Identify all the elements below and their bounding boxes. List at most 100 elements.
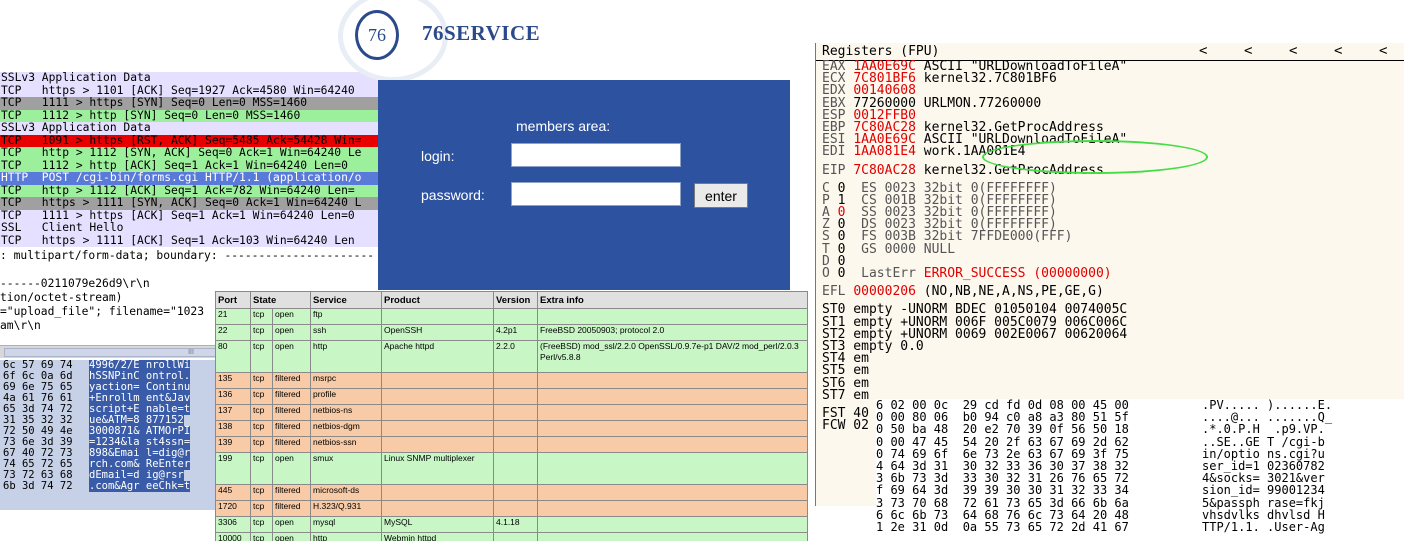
- packet-row[interactable]: TCP https > 1101 [ACK] Seq=1927 Ack=4580…: [0, 84, 380, 97]
- segment-info: GS 0000 NULL: [861, 241, 956, 257]
- cell-product: Apache httpd: [381, 340, 494, 373]
- col-product[interactable]: Product: [381, 291, 494, 309]
- cell-version: [493, 436, 538, 453]
- cell-port: 10000: [215, 532, 251, 541]
- hex-bytes: 6f 6c 0a 6d: [3, 371, 73, 382]
- chevron-left-icon[interactable]: <: [1244, 43, 1252, 59]
- hexdump-ascii: TTP/1.1. .User-Ag: [1202, 519, 1325, 534]
- cell-proto: tcp: [250, 308, 273, 325]
- packet-row[interactable]: TCP 1112 > http [SYN] Seq=0 Len=0 MSS=14…: [0, 109, 380, 122]
- register-row: EFL 00000206 (NO,NB,NE,A,NS,PE,GE,G): [822, 284, 1402, 299]
- site-header: 76 76SERVICE: [338, 0, 790, 82]
- password-input[interactable]: [511, 182, 681, 206]
- packet-row[interactable]: TCP http > 1112 [SYN, ACK] Seq=0 Ack=1 W…: [0, 147, 380, 160]
- packet-row[interactable]: SSLv3 Application Data: [0, 72, 380, 85]
- cell-service: http: [310, 532, 382, 541]
- hexdump-row: 1 2e 31 0d 0a 55 73 65 72 2d 41 67 TTP/1.…: [876, 521, 1404, 533]
- packet-row[interactable]: TCP 1111 > https [SYN] Seq=0 Len=0 MSS=1…: [0, 97, 380, 110]
- login-label: login:: [421, 148, 455, 164]
- hex-ascii: dEmail=d ig@rsr: [89, 470, 184, 481]
- chevron-left-icon[interactable]: <: [1334, 43, 1342, 59]
- packet-row[interactable]: TCP https > 1111 [SYN, ACK] Seq=0 Ack=1 …: [0, 197, 380, 210]
- port-table: Port State Service Product Version Extra…: [215, 291, 808, 541]
- register-value[interactable]: 00000206: [853, 284, 916, 299]
- register-comment: kernel32.7C801BF6: [923, 71, 1057, 87]
- flag-bit[interactable]: 0: [838, 266, 846, 281]
- segment-info: LastErr: [861, 266, 916, 281]
- cell-service: profile: [310, 388, 382, 405]
- cell-port: 135: [215, 372, 251, 389]
- cell-product: [381, 436, 494, 453]
- register-value[interactable]: 1AA081E4: [853, 144, 916, 159]
- fpu-row: ST4 em: [822, 351, 869, 367]
- packet-row[interactable]: TCP https > 1111 [ACK] Seq=1 Ack=103 Win…: [0, 234, 380, 247]
- login-input[interactable]: [511, 143, 681, 167]
- col-extra-info[interactable]: Extra info: [537, 291, 808, 309]
- cell-extra: [537, 484, 808, 501]
- table-row: 10000 tcp open http Webmin httpd: [215, 532, 808, 541]
- packet-list[interactable]: SSLv3 Application Data TCP https > 1101 […: [0, 72, 380, 247]
- cell-service: netbios-ns: [310, 404, 382, 421]
- nmap-results: Port State Service Product Version Extra…: [215, 291, 815, 541]
- packet-row[interactable]: TCP 1112 > http [ACK] Seq=1 Ack=1 Win=64…: [0, 159, 380, 172]
- cell-port: 199: [215, 452, 251, 485]
- register-name: EIP: [822, 162, 846, 178]
- cell-service: smux: [310, 452, 382, 485]
- col-service[interactable]: Service: [310, 291, 382, 309]
- detail-line: ------0211079e26d9\r\n: [0, 277, 150, 290]
- cell-extra: (FreeBSD) mod_ssl/2.2.0 OpenSSL/0.9.7e-p…: [537, 340, 808, 373]
- hex-ascii: .com&Agr eeChk=t: [89, 481, 191, 492]
- chevron-left-icon[interactable]: <: [1199, 43, 1207, 59]
- cell-proto: tcp: [250, 404, 273, 421]
- cell-extra: [537, 388, 808, 405]
- logo-badge-text: 76: [368, 24, 386, 45]
- packet-row[interactable]: SSL Client Hello: [0, 222, 380, 235]
- cell-extra: [537, 500, 808, 517]
- cell-extra: [537, 308, 808, 325]
- packet-row[interactable]: TCP http > 1112 [ACK] Seq=1 Ack=782 Win=…: [0, 184, 380, 197]
- cell-proto: tcp: [250, 500, 273, 517]
- cell-version: 2.2.0: [493, 340, 538, 373]
- logo-badge-icon: 76: [355, 10, 399, 60]
- table-row: 199 tcp open smux Linux SNMP multiplexer: [215, 452, 808, 485]
- cell-product: [381, 420, 494, 437]
- packet-row[interactable]: HTTP POST /cgi-bin/forms.cgi HTTP/1.1 (a…: [0, 172, 380, 185]
- cell-state: filtered: [272, 436, 311, 453]
- cell-port: 139: [215, 436, 251, 453]
- login-form: members area: login: password: enter: [378, 80, 790, 290]
- cell-extra: FreeBSD 20050903; protocol 2.0: [537, 324, 808, 341]
- cell-product: MySQL: [381, 516, 494, 533]
- cell-product: [381, 500, 494, 517]
- col-port[interactable]: Port: [215, 291, 251, 309]
- cell-version: [493, 308, 538, 325]
- password-label: password:: [421, 187, 485, 203]
- cell-state: open: [272, 516, 311, 533]
- packet-row[interactable]: TCP 1111 > https [ACK] Seq=1 Ack=1 Win=6…: [0, 209, 380, 222]
- register-value[interactable]: 7C80AC28: [853, 163, 916, 178]
- chevron-left-icon[interactable]: <: [1289, 43, 1297, 59]
- enter-button[interactable]: enter: [694, 183, 748, 208]
- cell-state: filtered: [272, 420, 311, 437]
- hex-ascii: script+E nable=t: [89, 404, 191, 415]
- cell-version: 4.2p1: [493, 324, 538, 341]
- flag-name: O: [822, 266, 830, 281]
- cell-state: open: [272, 340, 311, 373]
- cell-version: [493, 404, 538, 421]
- chevron-left-icon[interactable]: <: [1379, 43, 1387, 59]
- highlight-oval: [982, 140, 1208, 174]
- hex-ascii: 3000871& ATMOrPI: [89, 426, 191, 437]
- cell-service: msrpc: [310, 372, 382, 389]
- cell-product: [381, 388, 494, 405]
- packet-row[interactable]: SSLv3 Application Data: [0, 122, 380, 135]
- table-row: 136 tcp filtered profile: [215, 388, 808, 405]
- col-state[interactable]: State: [250, 291, 311, 309]
- col-version[interactable]: Version: [493, 291, 538, 309]
- login-page: 76 76SERVICE members area: login: passwo…: [338, 0, 790, 290]
- packet-row[interactable]: TCP 1091 > https [RST, ACK] Seq=5485 Ack…: [0, 134, 380, 147]
- cell-product: [381, 308, 494, 325]
- cell-state: filtered: [272, 404, 311, 421]
- table-row: 22 tcp open ssh OpenSSH 4.2p1 FreeBSD 20050903…: [215, 324, 808, 341]
- cell-proto: tcp: [250, 372, 273, 389]
- hex-ascii: ue&ATM=8 877152: [89, 415, 184, 426]
- cell-proto: tcp: [250, 388, 273, 405]
